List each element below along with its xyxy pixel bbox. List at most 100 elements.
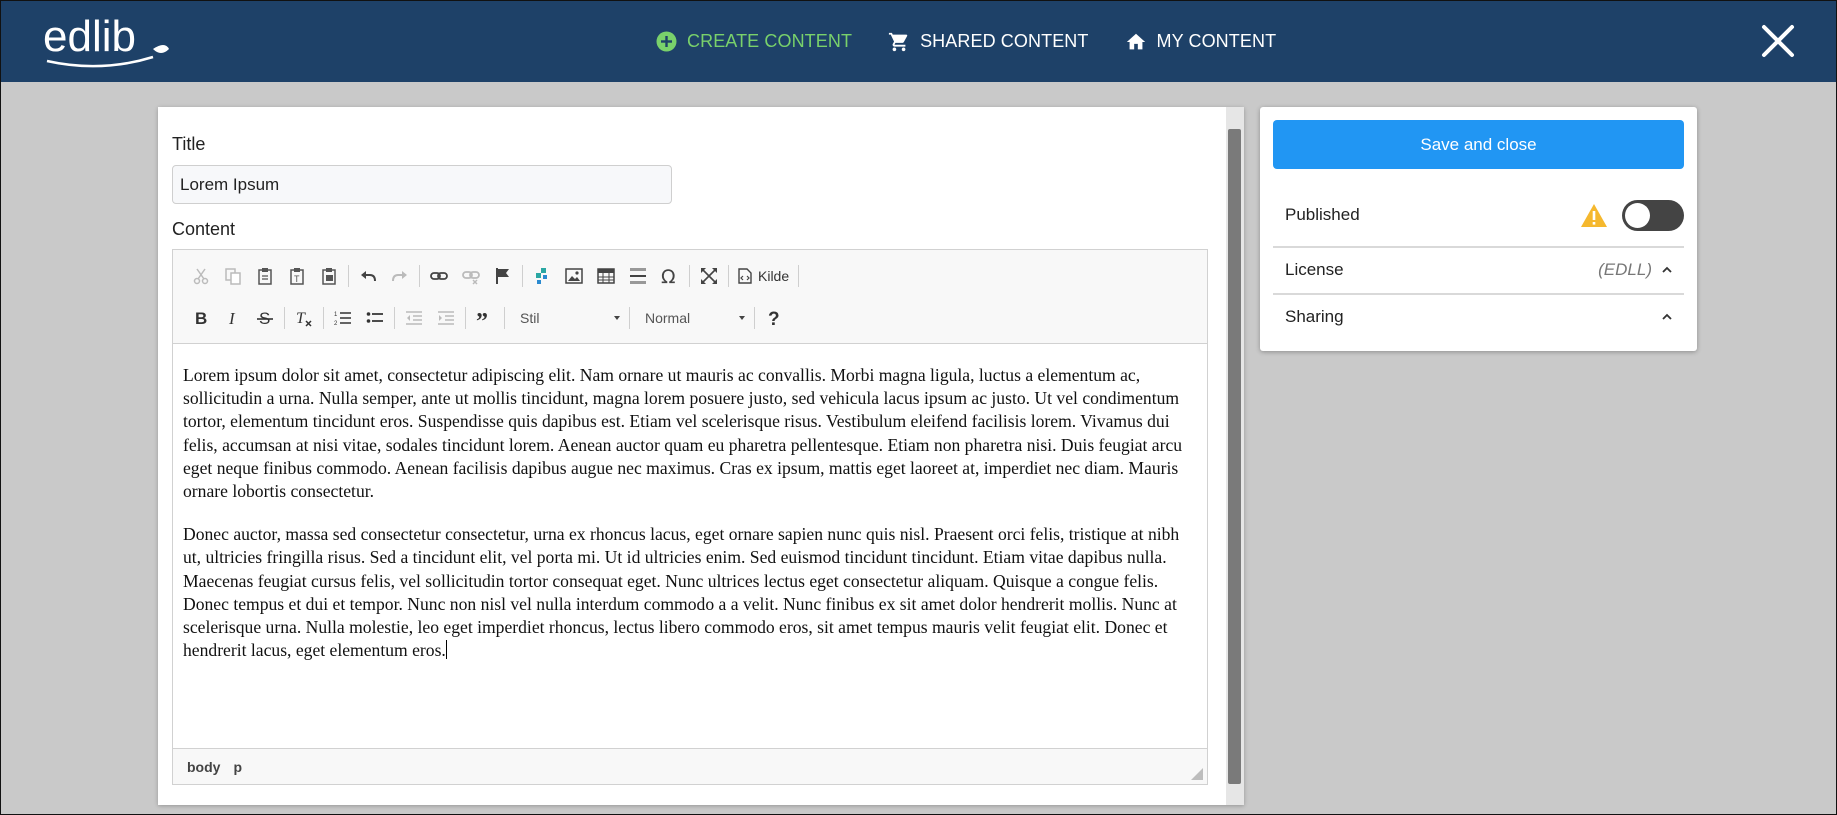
- style-dropdown-value: Stil: [520, 310, 540, 326]
- toolbar-row-1: T Ω Kilde: [185, 261, 802, 291]
- editor-content-area[interactable]: Lorem ipsum dolor sit amet, consectetur …: [173, 344, 1207, 744]
- strikethrough-icon[interactable]: S: [249, 303, 281, 333]
- toolbar-separator: [728, 265, 729, 287]
- resize-grip-icon[interactable]: [1191, 768, 1203, 780]
- special-char-icon[interactable]: Ω: [654, 261, 686, 291]
- nav-create-content[interactable]: CREATE CONTENT: [656, 31, 852, 52]
- chevron-up-icon: [1662, 313, 1672, 320]
- svg-text:B: B: [195, 309, 207, 327]
- svg-text:T: T: [294, 274, 300, 284]
- image-icon[interactable]: [558, 261, 590, 291]
- indent-icon[interactable]: [430, 303, 462, 333]
- edlib-logo[interactable]: edlib: [41, 11, 171, 73]
- anchor-icon[interactable]: [487, 261, 519, 291]
- editor-toolbar: T Ω Kilde B I S T 1 2 ” Stil Normal ?: [173, 250, 1207, 344]
- published-row: Published: [1285, 197, 1684, 233]
- nav-label: SHARED CONTENT: [920, 31, 1089, 51]
- italic-icon[interactable]: I: [217, 303, 249, 333]
- cart-icon: [888, 32, 908, 51]
- table-icon[interactable]: [590, 261, 622, 291]
- content-label: Content: [172, 219, 236, 239]
- svg-text:?: ?: [768, 309, 780, 327]
- toolbar-separator: [522, 265, 523, 287]
- format-dropdown-value: Normal: [645, 310, 691, 326]
- maximize-icon[interactable]: [693, 261, 725, 291]
- toolbar-separator: [754, 307, 755, 329]
- toolbar-separator: [629, 307, 630, 329]
- toolbar-separator: [348, 265, 349, 287]
- rich-text-editor: T Ω Kilde B I S T 1 2 ” Stil Normal ? Lo…: [172, 249, 1208, 785]
- toolbar-separator: [504, 307, 505, 329]
- source-button[interactable]: Kilde: [732, 261, 795, 291]
- content-paragraph: Lorem ipsum dolor sit amet, consectetur …: [183, 365, 1183, 502]
- svg-text:2: 2: [334, 321, 338, 327]
- help-icon[interactable]: ?: [758, 303, 790, 333]
- element-path-bar: body p: [173, 748, 1207, 784]
- redo-icon[interactable]: [384, 261, 416, 291]
- svg-text:1: 1: [334, 312, 338, 318]
- panel-scrollbar[interactable]: [1226, 107, 1244, 805]
- link-icon[interactable]: [423, 261, 455, 291]
- published-label: Published: [1285, 205, 1360, 224]
- nav-label: MY CONTENT: [1156, 31, 1277, 51]
- svg-text:S: S: [259, 309, 270, 327]
- toolbar-separator: [689, 265, 690, 287]
- svg-text:”: ”: [476, 309, 488, 327]
- copy-icon[interactable]: [217, 261, 249, 291]
- style-dropdown[interactable]: Stil: [508, 304, 626, 332]
- nav-my-content[interactable]: MY CONTENT: [1125, 31, 1277, 53]
- svg-text:Ω: Ω: [661, 266, 676, 286]
- license-label: License: [1285, 260, 1344, 279]
- bullet-list-icon[interactable]: [359, 303, 391, 333]
- toolbar-separator: [798, 265, 800, 287]
- plus-circle-icon: [656, 31, 677, 52]
- unlink-icon[interactable]: [455, 261, 487, 291]
- license-right: (EDLL): [1598, 260, 1672, 280]
- remove-format-icon[interactable]: T: [288, 303, 320, 333]
- h5p-icon[interactable]: [526, 261, 558, 291]
- main-nav: CREATE CONTENT SHARED CONTENT MY CONTENT: [656, 1, 1276, 82]
- svg-text:I: I: [228, 309, 236, 327]
- source-icon: [738, 268, 752, 284]
- paragraph-text: Donec auctor, massa sed consectetur cons…: [183, 524, 1180, 661]
- close-icon[interactable]: [1761, 24, 1795, 58]
- svg-text:edlib: edlib: [43, 12, 136, 61]
- numbered-list-icon[interactable]: 12: [327, 303, 359, 333]
- toolbar-separator: [284, 307, 285, 329]
- cut-icon[interactable]: [185, 261, 217, 291]
- horizontal-line-icon[interactable]: [622, 261, 654, 291]
- toggle-knob: [1625, 202, 1650, 228]
- save-and-close-button[interactable]: Save and close: [1273, 120, 1684, 169]
- source-label: Kilde: [758, 268, 790, 284]
- scrollbar-thumb[interactable]: [1228, 129, 1241, 784]
- sharing-accordion[interactable]: Sharing: [1273, 295, 1684, 339]
- content-paragraph: Donec auctor, massa sed consectetur cons…: [183, 523, 1197, 662]
- blockquote-icon[interactable]: ”: [469, 303, 501, 333]
- top-bar: edlib CREATE CONTENT SHARED CONTENT MY C…: [1, 1, 1836, 82]
- paste-word-icon[interactable]: [313, 261, 345, 291]
- title-label: Title: [172, 134, 206, 154]
- published-toggle[interactable]: [1622, 199, 1684, 231]
- chevron-up-icon: [1662, 266, 1672, 273]
- toolbar-row-2: B I S T 12 ” Stil Normal ?: [185, 303, 790, 333]
- license-accordion[interactable]: License (EDLL): [1273, 248, 1684, 292]
- bold-icon[interactable]: B: [185, 303, 217, 333]
- toolbar-separator: [394, 307, 395, 329]
- license-value: (EDLL): [1598, 260, 1652, 279]
- toolbar-separator: [323, 307, 324, 329]
- sharing-label: Sharing: [1285, 307, 1344, 326]
- outdent-icon[interactable]: [398, 303, 430, 333]
- nav-shared-content[interactable]: SHARED CONTENT: [888, 31, 1088, 53]
- svg-text:T: T: [296, 310, 306, 327]
- undo-icon[interactable]: [352, 261, 384, 291]
- path-p[interactable]: p: [233, 759, 242, 775]
- title-input[interactable]: [172, 165, 672, 204]
- paste-text-icon[interactable]: T: [281, 261, 313, 291]
- editor-panel: Title Content T: [158, 107, 1244, 805]
- path-body[interactable]: body: [187, 759, 220, 775]
- format-dropdown[interactable]: Normal: [633, 304, 751, 332]
- chevron-down-icon: [614, 316, 620, 320]
- toolbar-separator: [465, 307, 466, 329]
- paste-icon[interactable]: [249, 261, 281, 291]
- publish-panel: Save and close Published License (EDLL) …: [1260, 107, 1697, 351]
